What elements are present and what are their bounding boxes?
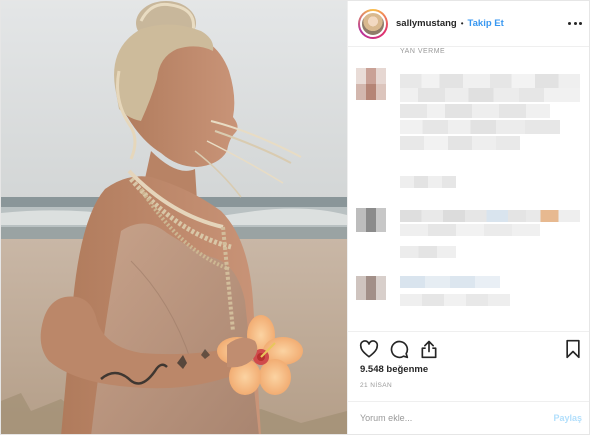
post-side-panel: sallymustang • Takip Et YAN VERME 9.548 … xyxy=(347,1,589,434)
comment-input[interactable] xyxy=(360,413,540,423)
pixelated-comment-text xyxy=(400,88,580,102)
username-link[interactable]: sallymustang xyxy=(396,18,457,29)
share-icon-glyph xyxy=(421,340,437,359)
likes-count[interactable]: 9.548 beğenme xyxy=(360,364,428,375)
photo-woman-with-flower xyxy=(1,1,347,434)
pixelated-comment-text xyxy=(400,136,520,150)
dot-icon xyxy=(568,21,571,25)
heart-icon-glyph xyxy=(359,340,379,358)
pixelated-comment-text xyxy=(400,210,580,222)
comment-icon-glyph xyxy=(390,340,409,359)
pixelated-comment-text xyxy=(400,120,560,134)
pixelated-comment-text xyxy=(400,276,500,288)
action-icons xyxy=(358,338,440,360)
avatar-story-ring[interactable] xyxy=(358,8,388,39)
more-options-icon[interactable] xyxy=(568,16,582,30)
instagram-post: sallymustang • Takip Et YAN VERME 9.548 … xyxy=(0,0,590,435)
bookmark-icon-glyph xyxy=(566,339,580,359)
pixelated-comment-text xyxy=(400,294,510,306)
follow-button[interactable]: Takip Et xyxy=(468,18,504,29)
heart-icon[interactable] xyxy=(358,338,380,360)
pixelated-comment-meta xyxy=(400,246,456,258)
post-actions: 9.548 beğenme 21 NİSAN xyxy=(348,331,589,401)
dot-icon xyxy=(573,21,577,25)
share-icon[interactable] xyxy=(418,338,440,360)
post-date[interactable]: 21 NİSAN xyxy=(360,382,392,389)
dot-icon xyxy=(579,21,582,25)
separator-dot: • xyxy=(460,19,464,28)
post-comment-button[interactable]: Paylaş xyxy=(553,413,582,423)
pixelated-comment-text xyxy=(400,74,580,88)
avatar[interactable] xyxy=(360,10,386,37)
pixelated-comment-text xyxy=(400,224,540,236)
comments-list: YAN VERME xyxy=(348,48,589,331)
truncated-reply-text: YAN VERME xyxy=(400,48,446,55)
post-photo[interactable] xyxy=(1,1,347,434)
pixelated-comment-text xyxy=(400,104,550,118)
post-header: sallymustang • Takip Et xyxy=(348,1,589,47)
add-comment-bar: Paylaş xyxy=(348,401,589,434)
pixelated-avatar-bottom xyxy=(356,84,386,100)
header-text: sallymustang • Takip Et xyxy=(396,18,504,29)
comment-icon[interactable] xyxy=(388,338,410,360)
pixelated-avatar xyxy=(356,208,386,232)
pixelated-comment-meta xyxy=(400,176,456,188)
bookmark-icon[interactable] xyxy=(562,338,584,360)
pixelated-avatar xyxy=(356,276,386,300)
